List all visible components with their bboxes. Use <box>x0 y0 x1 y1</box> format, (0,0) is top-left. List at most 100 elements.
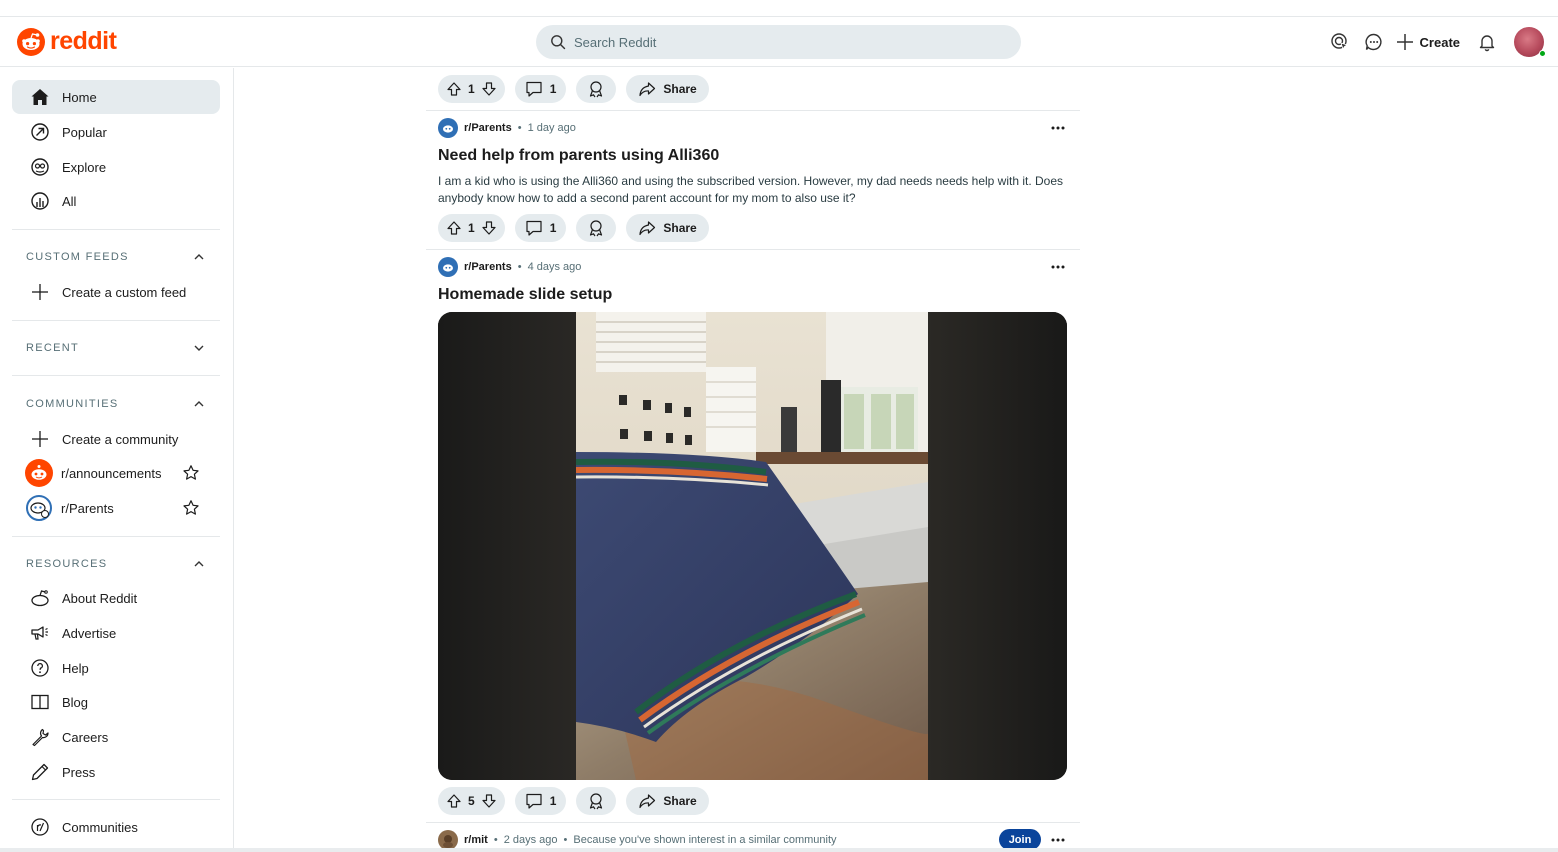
advertise-icon <box>1330 33 1348 50</box>
window-bottom-edge <box>0 848 1558 852</box>
upvote-icon[interactable] <box>446 220 462 236</box>
share-icon <box>639 82 656 97</box>
vote-count: 5 <box>468 794 475 808</box>
award-button[interactable] <box>576 75 617 103</box>
vote-control[interactable]: 5 <box>438 787 505 815</box>
resources-header[interactable]: RESOURCES <box>12 547 220 581</box>
popular-icon <box>31 123 49 141</box>
sidebar-item-advertise[interactable]: Advertise <box>12 616 220 650</box>
sidebar-item-careers[interactable]: Careers <box>12 720 220 754</box>
comments-button[interactable]: 1 <box>514 787 567 815</box>
meta-separator: • <box>517 122 522 134</box>
comment-icon <box>526 793 542 809</box>
share-button[interactable]: Share <box>626 75 709 103</box>
downvote-icon[interactable] <box>481 220 497 236</box>
comments-button[interactable]: 1 <box>514 75 567 103</box>
downvote-icon[interactable] <box>481 81 497 97</box>
section-title: RECENT <box>26 342 80 354</box>
recent-header[interactable]: RECENT <box>12 331 220 365</box>
sidebar-item-press[interactable]: Press <box>12 755 220 789</box>
post-options-button[interactable] <box>1046 118 1070 138</box>
parents-community-icon <box>443 125 453 133</box>
post-image[interactable] <box>438 312 1067 780</box>
image-blur-right <box>928 312 1067 780</box>
section-title: CUSTOM FEEDS <box>26 251 129 263</box>
post-meta: r/Parents • 4 days ago <box>438 257 581 277</box>
vote-control[interactable]: 1 <box>438 214 505 242</box>
sidebar-divider <box>12 536 220 537</box>
sidebar-item-label: Advertise <box>62 625 117 641</box>
sidebar-item-about-reddit[interactable]: About Reddit <box>12 581 220 615</box>
sidebar-item-explore[interactable]: Explore <box>12 150 220 184</box>
custom-feeds-header[interactable]: CUSTOM FEEDS <box>12 240 220 274</box>
post-actions: 5 1 Share <box>438 787 709 815</box>
post-title[interactable]: Need help from parents using Alli360 <box>438 147 719 165</box>
living-room-photo <box>576 312 928 780</box>
create-custom-feed-button[interactable]: Create a custom feed <box>12 275 220 309</box>
star-icon[interactable] <box>182 499 200 517</box>
star-icon[interactable] <box>182 464 200 482</box>
upvote-icon[interactable] <box>446 81 462 97</box>
search-input[interactable] <box>574 34 994 50</box>
search-bar[interactable] <box>536 25 1021 59</box>
post-time: 4 days ago <box>527 261 582 273</box>
vote-control[interactable]: 1 <box>438 75 505 103</box>
communities-header[interactable]: COMMUNITIES <box>12 387 220 421</box>
post-time: 1 day ago <box>527 122 576 134</box>
pen-icon <box>31 763 49 781</box>
join-button[interactable]: Join <box>999 829 1041 850</box>
subreddit-avatar[interactable] <box>438 257 458 277</box>
award-icon <box>590 220 603 237</box>
plus-icon <box>1396 34 1413 50</box>
share-button[interactable]: Share <box>626 787 709 815</box>
reddit-logo[interactable]: reddit <box>17 27 117 56</box>
subreddit-name[interactable]: r/mit <box>464 834 488 846</box>
sidebar-item-home[interactable]: Home <box>12 80 220 114</box>
sidebar-item-blog[interactable]: Blog <box>12 685 220 719</box>
subreddit-name[interactable]: r/Parents <box>464 261 512 273</box>
award-icon <box>590 81 603 98</box>
post-body[interactable]: I am a kid who is using the Alli360 and … <box>438 173 1068 207</box>
post-title[interactable]: Homemade slide setup <box>438 286 612 304</box>
reddit-alien-icon <box>31 590 49 607</box>
share-icon <box>639 794 656 809</box>
plus-icon <box>32 284 48 300</box>
sidebar-item-help[interactable]: Help <box>12 651 220 685</box>
sidebar-item-label: Communities <box>62 819 138 835</box>
sidebar-item-parents[interactable]: r/Parents <box>12 491 220 525</box>
create-label: Create <box>1419 34 1460 50</box>
share-button[interactable]: Share <box>626 214 709 242</box>
post-options-button[interactable] <box>1046 257 1070 277</box>
user-avatar[interactable] <box>1514 27 1546 57</box>
chat-button[interactable] <box>1357 26 1391 58</box>
sidebar-divider <box>12 799 220 800</box>
create-button[interactable]: Create <box>1391 26 1470 58</box>
help-icon <box>31 659 49 677</box>
award-button[interactable] <box>576 787 617 815</box>
sidebar-item-popular[interactable]: Popular <box>12 115 220 149</box>
subreddit-avatar[interactable] <box>438 830 458 850</box>
post-options-button[interactable] <box>1046 830 1070 850</box>
comment-count: 1 <box>549 794 557 808</box>
sidebar-item-all[interactable]: All <box>12 184 220 218</box>
online-status-dot <box>1539 50 1546 57</box>
subreddit-name[interactable]: r/Parents <box>464 122 512 134</box>
wrench-icon <box>32 728 49 747</box>
search-icon <box>551 35 566 50</box>
downvote-icon[interactable] <box>481 793 497 809</box>
award-button[interactable] <box>576 214 617 242</box>
upvote-icon[interactable] <box>446 793 462 809</box>
sidebar-item-label: Home <box>62 89 97 105</box>
sidebar-item-announcements[interactable]: r/announcements <box>12 456 220 490</box>
book-icon <box>31 694 49 710</box>
all-icon <box>31 192 49 210</box>
notifications-button[interactable] <box>1470 26 1504 58</box>
advertise-button[interactable] <box>1323 26 1357 58</box>
more-icon <box>1051 126 1065 130</box>
create-community-button[interactable]: Create a community <box>12 422 220 456</box>
comments-button[interactable]: 1 <box>514 214 567 242</box>
subreddit-avatar[interactable] <box>438 118 458 138</box>
sidebar-item-communities[interactable]: Communities <box>12 810 220 844</box>
reddit-snoo-icon <box>17 27 45 56</box>
announcements-community-icon <box>25 459 53 487</box>
